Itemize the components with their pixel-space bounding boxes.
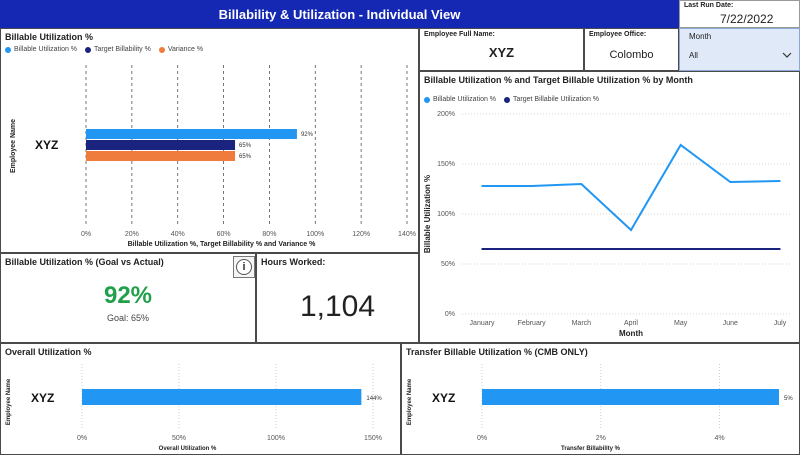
dashboard-title: Billability & Utilization - Individual V… [218, 6, 461, 22]
dashboard-title-bar: Billability & Utilization - Individual V… [0, 0, 679, 28]
x-tick-label: May [674, 320, 688, 327]
category-label: XYZ [31, 391, 54, 405]
y-tick-label: 150% [437, 161, 455, 168]
last-run-label: Last Run Date: [684, 2, 734, 9]
chevron-down-icon[interactable] [782, 51, 792, 59]
x-tick-label: July [774, 320, 787, 327]
x-tick-label: February [518, 320, 547, 327]
hours-worked-value: 1,104 [299, 290, 376, 323]
month-slicer[interactable]: Month All [679, 28, 800, 71]
x-tick-label: 0% [77, 435, 87, 442]
office-label: Employee Office: [589, 31, 647, 38]
x-tick-label: 100% [306, 231, 324, 238]
bar-billable-utilization- [86, 129, 297, 139]
data-point [481, 185, 483, 187]
bar-value-label: 65% [239, 143, 252, 149]
data-point [481, 248, 483, 250]
data-point [729, 248, 732, 250]
x-tick-label: 4% [715, 435, 725, 442]
billable-utilization-chart: 0% 20% 40% 60% 80% 100% 120% 140% Billable Utili… [10, 65, 416, 248]
bar-variance- [86, 151, 236, 161]
x-tick-label: June [723, 320, 738, 327]
last-run-value: 7/22/2022 [720, 12, 774, 26]
x-tick-label: April [624, 320, 638, 327]
bar-value-label: 144% [366, 396, 382, 402]
x-tick-label: 150% [364, 435, 382, 442]
y-tick-label: 0% [445, 311, 455, 318]
data-point [779, 180, 781, 182]
info-button[interactable]: i [233, 256, 255, 278]
x-tick-label: 80% [262, 231, 276, 238]
billable-utilization-panel: Billable Utilization % Billable Utilizat… [0, 28, 419, 253]
category-label: XYZ [35, 138, 58, 152]
y-tick-label: 50% [441, 261, 455, 268]
hours-worked-title: Hours Worked: [261, 257, 326, 267]
last-run-card: Last Run Date: 7/22/2022 [679, 0, 800, 28]
data-point [530, 185, 533, 187]
x-tick-label: 40% [171, 231, 185, 238]
bar-overall-utilization- [82, 389, 362, 405]
month-slicer-label: Month [689, 32, 712, 41]
x-axis-label: Overall Utilization % [159, 446, 217, 452]
data-point [679, 248, 682, 250]
bar-value-label: 65% [239, 154, 252, 160]
y-axis-label: Employee Name [10, 119, 17, 173]
x-tick-label: March [572, 320, 592, 327]
office-card: Employee Office: Colombo [584, 28, 679, 71]
bar-value-label: 92% [301, 132, 314, 138]
data-point [630, 248, 632, 250]
goal-vs-actual-title: Billable Utilization % (Goal vs Actual) [5, 257, 164, 267]
hours-worked-panel: Hours Worked: 1,104 [256, 253, 419, 343]
data-point [580, 183, 583, 185]
x-tick-label: 100% [267, 435, 285, 442]
y-tick-label: 100% [437, 211, 455, 218]
x-tick-label: 0% [477, 435, 487, 442]
x-tick-label: 50% [172, 435, 186, 442]
y-axis-label: Employee Name [6, 378, 12, 425]
bar-transfer-billability- [482, 389, 779, 405]
bar-value-label: 5% [784, 396, 793, 402]
x-tick-label: 140% [398, 231, 416, 238]
bar-target-billability- [86, 140, 236, 150]
month-slicer-value[interactable]: All [689, 51, 698, 60]
y-tick-label: 200% [437, 111, 455, 118]
transfer-utilization-panel: Transfer Billable Utilization % (CMB ONL… [401, 343, 800, 455]
x-tick-label: 0% [81, 231, 91, 238]
employee-name-label: Employee Full Name: [424, 31, 495, 38]
x-tick-label: 60% [217, 231, 231, 238]
x-axis-label: Month [619, 329, 643, 338]
x-tick-label: 2% [596, 435, 606, 442]
data-point [729, 181, 732, 183]
transfer-utilization-chart: 0% 2% 4% Transfer Billability % Employee Nam… [407, 364, 793, 452]
overall-utilization-panel: Overall Utilization % 0% 50% 100% 150% Overa… [0, 343, 401, 455]
data-point [530, 248, 533, 250]
employee-name-card: Employee Full Name: XYZ [419, 28, 584, 71]
y-axis-label: Billable Utilization % [423, 175, 432, 253]
data-point [630, 229, 632, 231]
goal-vs-actual-panel: Billable Utilization % (Goal vs Actual) … [0, 253, 256, 343]
monthly-utilization-chart: 0% 50% 100% 150% 200% January February March Apr… [423, 111, 790, 338]
data-point [779, 248, 781, 250]
series-line-billable [482, 143, 781, 232]
x-tick-label: January [470, 320, 495, 327]
monthly-utilization-panel: Billable Utilization % and Target Billab… [419, 71, 800, 343]
data-point [580, 248, 583, 250]
employee-name-value: XYZ [488, 45, 515, 60]
category-label: XYZ [432, 391, 455, 405]
x-axis-label: Transfer Billability % [561, 446, 621, 452]
x-tick-label: 120% [352, 231, 370, 238]
overall-utilization-chart: 0% 50% 100% 150% Overall Utilization % Employ… [6, 364, 382, 452]
x-axis-label: Billable Utilization %, Target Billabili… [128, 241, 317, 248]
y-axis-label: Employee Name [407, 378, 413, 425]
office-value: Colombo [609, 49, 654, 61]
x-tick-label: 20% [125, 231, 139, 238]
info-icon: i [236, 259, 252, 275]
data-point [679, 144, 682, 146]
goal-text: Goal: 65% [106, 313, 150, 323]
goal-actual-value: 92% [103, 282, 153, 309]
